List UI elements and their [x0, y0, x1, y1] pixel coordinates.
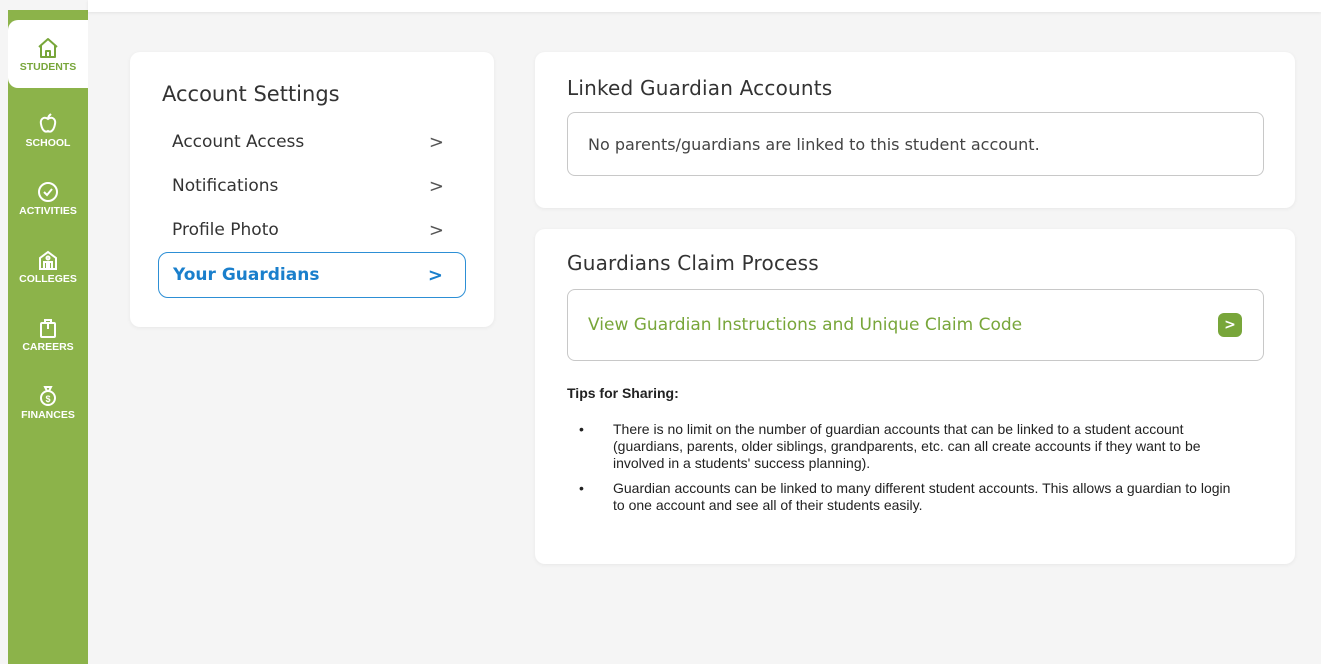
- chevron-right-icon: >: [428, 131, 444, 153]
- claim-process-card: Guardians Claim Process View Guardian In…: [535, 229, 1295, 564]
- nav-colleges[interactable]: COLLEGES: [8, 232, 88, 300]
- college-building-icon: [39, 250, 57, 270]
- nav-students-label: STUDENTS: [19, 60, 77, 73]
- nav-school-label: SCHOOL: [25, 136, 71, 149]
- linked-guardian-empty-box: No parents/guardians are linked to this …: [567, 112, 1264, 176]
- tips-heading: Tips for Sharing:: [567, 385, 679, 401]
- tips-list: • There is no limit on the number of gua…: [579, 421, 1239, 522]
- nav-careers[interactable]: CAREERS: [8, 300, 88, 368]
- apple-icon: [39, 112, 57, 133]
- view-guardian-instructions-link[interactable]: View Guardian Instructions and Unique Cl…: [567, 289, 1264, 361]
- linked-guardian-title: Linked Guardian Accounts: [567, 76, 833, 100]
- svg-text:$: $: [45, 394, 50, 404]
- chevron-right-icon: >: [428, 175, 444, 197]
- nav-colleges-label: COLLEGES: [19, 272, 77, 285]
- menu-your-guardians-label: Your Guardians: [173, 265, 320, 285]
- view-guardian-instructions-label: View Guardian Instructions and Unique Cl…: [588, 315, 1023, 335]
- account-settings-title: Account Settings: [162, 82, 340, 106]
- list-item: • Guardian accounts can be linked to man…: [579, 480, 1239, 514]
- menu-your-guardians[interactable]: Your Guardians >: [158, 252, 466, 298]
- linked-guardian-card: Linked Guardian Accounts No parents/guar…: [535, 52, 1295, 208]
- linked-guardian-empty-message: No parents/guardians are linked to this …: [588, 134, 1040, 154]
- claim-process-title: Guardians Claim Process: [567, 251, 819, 275]
- tip-text: There is no limit on the number of guard…: [613, 421, 1201, 471]
- sidebar: STUDENTS SCHOOL ACTIVITIES COLLEGES CARE…: [0, 0, 88, 664]
- chevron-right-icon: >: [427, 264, 443, 286]
- nav-finances[interactable]: $ FINANCES: [8, 368, 88, 436]
- briefcase-icon: [40, 318, 56, 338]
- nav-finances-label: FINANCES: [21, 408, 75, 421]
- money-bag-icon: $: [40, 385, 56, 406]
- menu-profile-photo[interactable]: Profile Photo >: [158, 212, 466, 248]
- nav-school[interactable]: SCHOOL: [8, 96, 88, 164]
- nav-careers-label: CAREERS: [22, 340, 74, 353]
- menu-profile-photo-label: Profile Photo: [172, 220, 279, 240]
- account-settings-card: Account Settings Account Access > Notifi…: [130, 52, 494, 327]
- bullet: •: [579, 421, 584, 437]
- home-icon: [38, 37, 58, 58]
- nav-activities-label: ACTIVITIES: [19, 204, 77, 217]
- menu-notifications[interactable]: Notifications >: [158, 168, 466, 204]
- top-bar: [88, 0, 1321, 12]
- menu-account-access[interactable]: Account Access >: [158, 124, 466, 160]
- bullet: •: [579, 480, 584, 496]
- menu-account-access-label: Account Access: [172, 132, 305, 152]
- menu-notifications-label: Notifications: [172, 176, 279, 196]
- list-item: • There is no limit on the number of gua…: [579, 421, 1239, 472]
- tip-text: Guardian accounts can be linked to many …: [613, 480, 1231, 513]
- chevron-right-icon: >: [1218, 313, 1242, 337]
- nav-activities[interactable]: ACTIVITIES: [8, 164, 88, 232]
- chevron-right-icon: >: [428, 219, 444, 241]
- nav-students[interactable]: STUDENTS: [8, 20, 88, 88]
- check-circle-icon: [38, 181, 58, 202]
